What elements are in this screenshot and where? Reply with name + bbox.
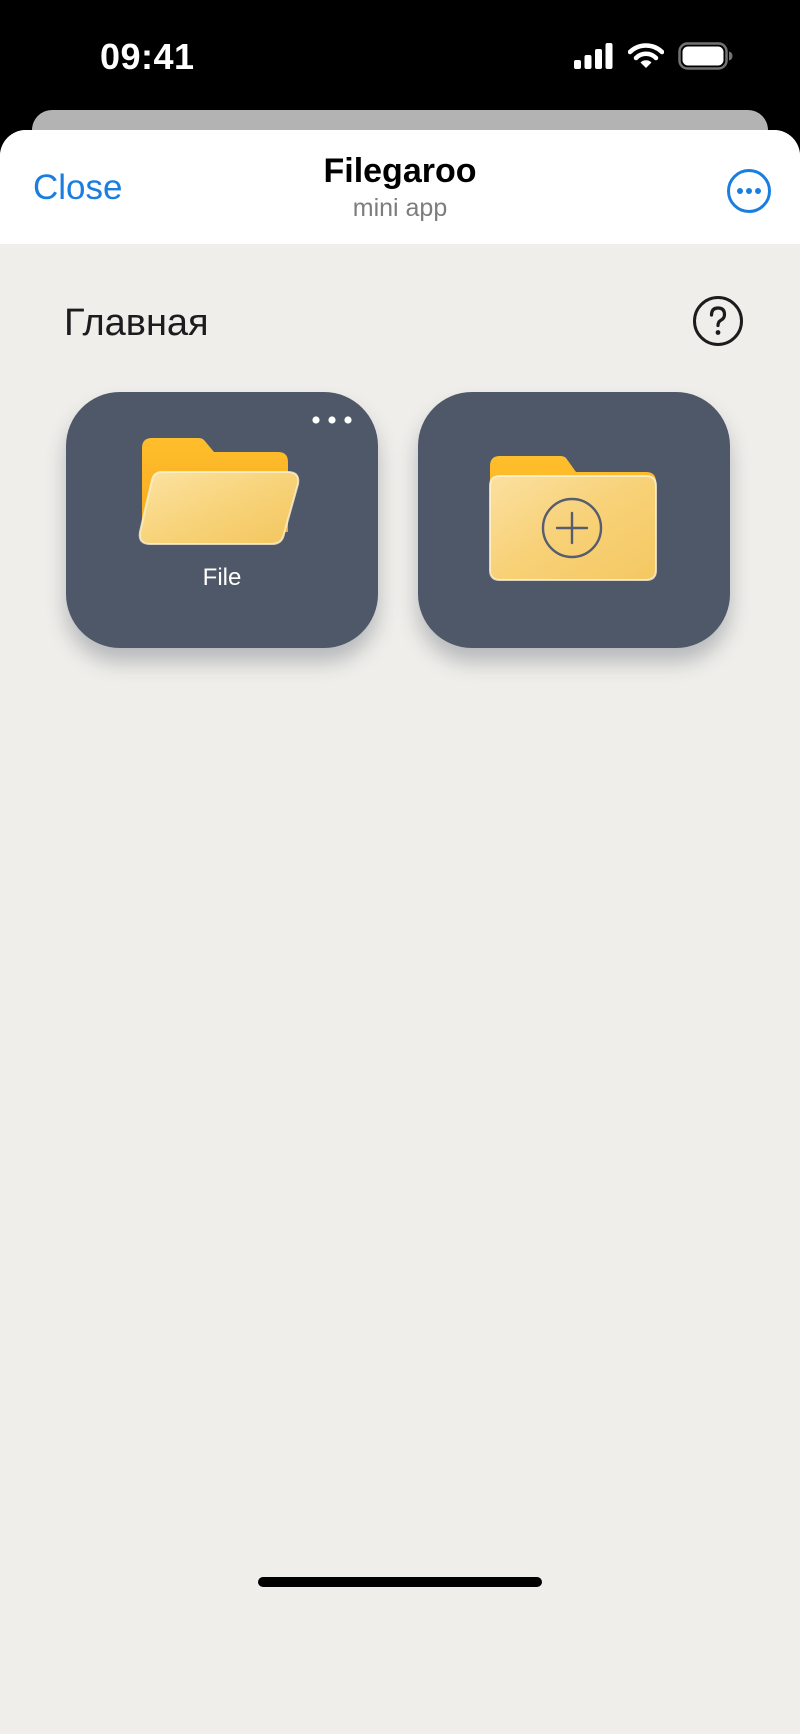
app-title: Filegaroo bbox=[323, 152, 477, 190]
ellipsis-icon[interactable] bbox=[310, 412, 354, 428]
nav-bar: Close Filegaroo mini app bbox=[0, 130, 800, 244]
folder-add-icon bbox=[489, 456, 657, 581]
add-folder-tile[interactable] bbox=[418, 392, 730, 648]
home-indicator[interactable] bbox=[258, 1577, 542, 1587]
status-icons bbox=[574, 42, 734, 70]
folder-tile-file[interactable]: File bbox=[66, 392, 378, 648]
cellular-signal-icon bbox=[574, 43, 613, 69]
wifi-icon bbox=[628, 43, 664, 68]
folder-name: File bbox=[202, 564, 242, 591]
battery-icon bbox=[678, 42, 733, 70]
status-time: 09:41 bbox=[100, 36, 195, 77]
question-circle-icon[interactable] bbox=[692, 295, 744, 347]
app-subtitle: mini app bbox=[352, 194, 448, 222]
ellipsis-circle-icon[interactable] bbox=[726, 168, 772, 214]
mini-app-sheet: Close Filegaroo mini app Главная File bbox=[0, 130, 800, 1734]
status-bar: 09:41 bbox=[0, 0, 800, 110]
folder-open-icon bbox=[138, 438, 300, 545]
section-title: Главная bbox=[64, 302, 209, 344]
